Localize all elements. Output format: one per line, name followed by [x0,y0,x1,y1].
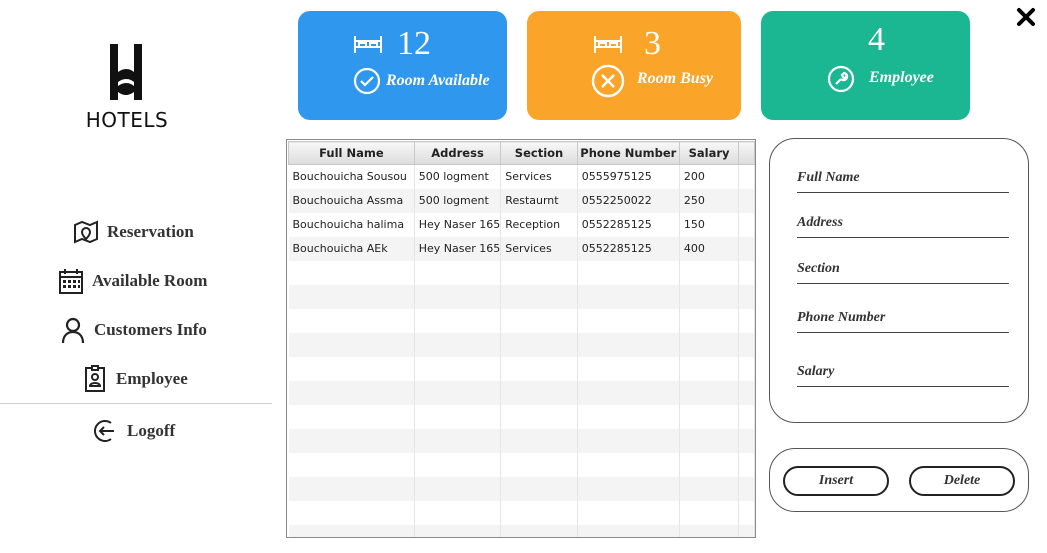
phone-number-input[interactable] [797,312,1009,330]
room-busy-count: 3 [644,25,661,62]
id-badge-icon [80,364,110,394]
cell-salary: 400 [679,236,740,261]
user-icon [58,315,88,345]
salary-input[interactable] [797,366,1009,384]
room-available-count: 12 [397,25,431,62]
map-pin-icon [71,217,101,247]
table-row[interactable]: Bouchouicha Sousou 500 logment Services … [288,164,755,189]
cell-phone-number: 0555975125 [577,164,680,189]
column-header-filler [738,141,755,165]
table-row-empty [288,332,755,357]
nav-employee-label: Employee [116,369,188,388]
nav-divider [0,403,272,404]
table-row-empty [288,476,755,501]
nav-customers-info-label: Customers Info [94,320,207,339]
card-room-available: 12 Room Available [298,11,507,120]
card-room-busy: 3 Room Busy [527,11,741,120]
table-row[interactable]: Bouchouicha AEk Hey Naser 165 Services 0… [288,236,755,261]
room-available-label: Room Available [386,72,490,89]
logo-mark-icon [110,44,142,100]
cell-salary: 200 [679,164,740,189]
full-name-field[interactable]: Full Name [797,170,1009,193]
table-row-empty [288,500,755,525]
cell-salary: 150 [679,212,740,237]
table-row[interactable]: Bouchouicha halima Hey Naser 165 Recepti… [288,212,755,237]
bed-icon [593,33,623,60]
table-row-empty [288,380,755,405]
hotels-logo: HOTELS [78,42,178,132]
column-header-phone-number[interactable]: Phone Number [576,141,680,165]
table-row-empty [288,524,755,537]
address-field[interactable]: Address [797,215,1009,238]
cell-full-name: Bouchouicha halima [288,212,415,237]
card-employee: 4 Employee [761,11,970,120]
employee-label: Employee [869,69,934,86]
cell-address: 500 logment [414,164,502,189]
wrench-icon [827,65,855,98]
nav-reservation[interactable]: Reservation [71,217,194,247]
full-name-input[interactable] [797,172,1009,190]
calendar-icon [56,266,86,296]
table-row-empty [288,356,755,381]
cell-section: Services [500,236,578,261]
close-icon[interactable] [1015,6,1037,28]
table-row[interactable]: Bouchouicha Assma 500 logment Restaurnt … [288,188,755,213]
insert-button[interactable]: Insert [783,466,889,496]
cell-section: Reception [500,212,578,237]
table-row-empty [288,404,755,429]
cell-salary: 250 [679,188,740,213]
nav-logoff[interactable]: Logoff [91,416,175,446]
cell-phone-number: 0552285125 [577,212,680,237]
action-buttons-panel: Insert Delete [769,448,1029,512]
cell-section: Restaurnt [500,188,578,213]
logout-icon [91,416,121,446]
check-circle-icon [353,67,381,100]
cell-full-name: Bouchouicha Assma [288,188,415,213]
bed-icon [353,33,383,60]
cell-full-name: Bouchouicha Sousou [288,164,415,189]
logo-text: HOTELS [85,108,169,132]
cell-address: Hey Naser 165 [414,212,502,237]
cell-full-name: Bouchouicha AEk [288,236,415,261]
delete-button[interactable]: Delete [909,466,1015,496]
table-row-empty [288,284,755,309]
phone-number-field[interactable]: Phone Number [797,310,1009,333]
table-header-row: Full Name Address Section Phone Number S… [288,141,755,165]
cell-address: 500 logment [414,188,502,213]
room-busy-label: Room Busy [637,70,714,87]
nav-logoff-label: Logoff [127,421,176,440]
table-row-empty [288,452,755,477]
salary-field[interactable]: Salary [797,364,1009,387]
cell-address: Hey Naser 165 [414,236,502,261]
cell-section: Services [500,164,578,189]
column-header-full-name[interactable]: Full Name [288,141,415,165]
table-row-empty [288,308,755,333]
nav-customers-info[interactable]: Customers Info [58,315,207,345]
column-header-section[interactable]: Section [500,141,578,165]
cell-phone-number: 0552250022 [577,188,680,213]
column-header-salary[interactable]: Salary [678,141,740,165]
nav-employee[interactable]: Employee [80,364,188,394]
column-header-address[interactable]: Address [413,141,502,165]
nav-available-room[interactable]: Available Room [56,266,207,296]
employee-table[interactable]: Full Name Address Section Phone Number S… [286,139,756,538]
cell-phone-number: 0552285125 [577,236,680,261]
employee-count: 4 [868,21,885,58]
table-row-empty [288,428,755,453]
address-input[interactable] [797,217,1009,235]
section-field[interactable]: Section [797,261,1009,284]
nav-reservation-label: Reservation [107,222,194,241]
nav-available-room-label: Available Room [92,271,208,290]
x-circle-icon [591,64,625,103]
table-row-empty [288,260,755,285]
employee-form: Full Name Address Section Phone Number S… [769,138,1029,423]
section-input[interactable] [797,263,1009,281]
